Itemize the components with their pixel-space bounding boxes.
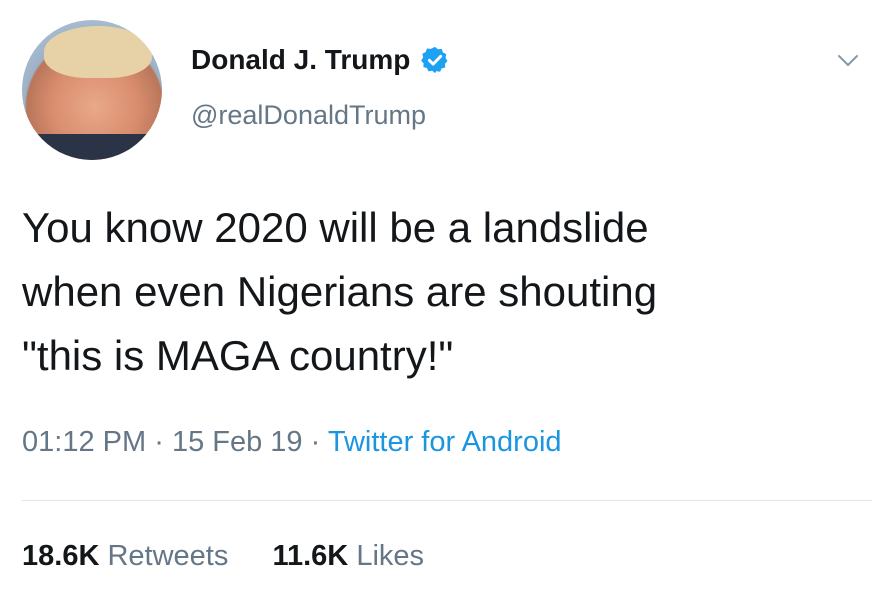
verified-badge-icon: [420, 45, 450, 75]
retweets-count: 18.6K: [22, 540, 100, 572]
likes-count: 11.6K: [272, 540, 349, 572]
tweet-date[interactable]: 15 Feb 19: [172, 426, 303, 458]
retweets-stat[interactable]: 18.6K Retweets: [22, 540, 236, 572]
likes-stat[interactable]: 11.6K Likes: [272, 540, 424, 572]
tweet-time[interactable]: 01:12 PM: [22, 426, 146, 458]
tweet-text-line: "this is MAGA country!": [22, 332, 454, 379]
tweet-source-link[interactable]: Twitter for Android: [328, 426, 562, 458]
meta-separator: ·: [310, 426, 321, 458]
retweets-label: Retweets: [107, 540, 229, 572]
tweet-text-line: You know 2020 will be a landslide: [22, 204, 649, 251]
avatar[interactable]: [22, 20, 162, 160]
avatar-suit: [22, 134, 162, 160]
tweet-metadata: 01:12 PM · 15 Feb 19 · Twitter for Andro…: [22, 426, 562, 459]
author-name-row: Donald J. Trump: [191, 44, 450, 76]
user-handle[interactable]: @realDonaldTrump: [191, 100, 426, 131]
display-name[interactable]: Donald J. Trump: [191, 44, 410, 76]
tweet-card: Donald J. Trump @realDonaldTrump You kno…: [0, 0, 892, 610]
tweet-text-line: when even Nigerians are shouting: [22, 268, 658, 315]
engagement-stats: 18.6K Retweets 11.6K Likes: [22, 540, 424, 573]
meta-separator: ·: [154, 426, 164, 458]
avatar-hair: [44, 26, 152, 78]
chevron-down-icon[interactable]: [836, 50, 860, 70]
tweet-text: You know 2020 will be a landslide when e…: [22, 196, 872, 388]
likes-label: Likes: [356, 540, 425, 572]
divider: [22, 500, 872, 501]
